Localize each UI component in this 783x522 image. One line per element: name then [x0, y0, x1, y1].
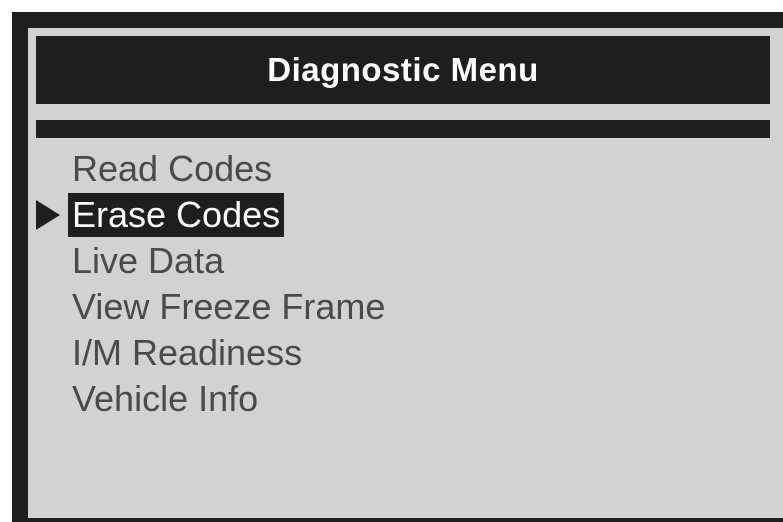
divider-bar — [36, 120, 770, 138]
menu-item-vehicle-info[interactable]: Vehicle Info — [28, 376, 783, 422]
diagnostic-menu: Read Codes Erase Codes Live Data View Fr… — [28, 146, 783, 422]
menu-item-label: Erase Codes — [68, 193, 285, 237]
menu-item-label: Live Data — [72, 240, 225, 281]
menu-item-label: View Freeze Frame — [72, 286, 386, 327]
selection-pointer-icon — [36, 200, 60, 230]
menu-item-read-codes[interactable]: Read Codes — [28, 146, 783, 192]
device-bezel: Diagnostic Menu Read Codes Erase Codes L… — [12, 12, 783, 522]
menu-item-erase-codes[interactable]: Erase Codes — [28, 192, 783, 238]
menu-item-label: Vehicle Info — [72, 378, 259, 419]
menu-item-label: I/M Readiness — [72, 332, 303, 373]
page-title: Diagnostic Menu — [267, 51, 539, 88]
menu-item-im-readiness[interactable]: I/M Readiness — [28, 330, 783, 376]
lcd-screen: Diagnostic Menu Read Codes Erase Codes L… — [28, 28, 783, 518]
menu-item-view-freeze-frame[interactable]: View Freeze Frame — [28, 284, 783, 330]
title-bar: Diagnostic Menu — [36, 36, 770, 104]
menu-item-live-data[interactable]: Live Data — [28, 238, 783, 284]
menu-item-label: Read Codes — [72, 148, 273, 189]
